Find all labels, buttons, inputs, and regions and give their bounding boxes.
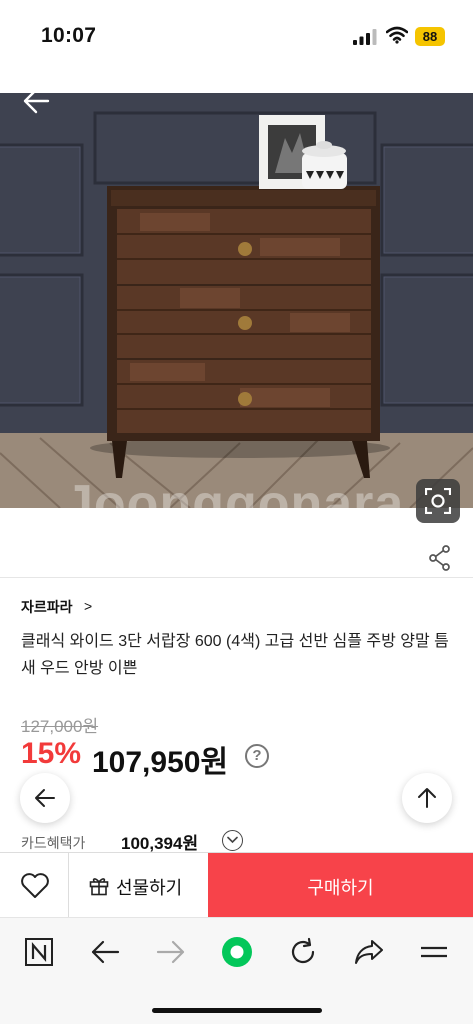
arrow-left-icon[interactable]: [20, 86, 50, 116]
reload-icon: [291, 937, 315, 964]
green-dot-button[interactable]: [217, 932, 257, 972]
divider: [0, 577, 473, 578]
buy-button-label: 구매하기: [307, 878, 374, 898]
chevron-right-icon[interactable]: >: [84, 598, 92, 614]
image-search-button[interactable]: [416, 479, 460, 523]
battery-indicator: 88: [415, 27, 445, 46]
wifi-icon: [386, 26, 408, 44]
discount-rate: 15%: [21, 737, 82, 770]
menu-button[interactable]: [414, 932, 454, 972]
browser-share-button[interactable]: [349, 932, 389, 972]
floating-back-button[interactable]: [20, 773, 70, 823]
home-indicator: [152, 1008, 322, 1013]
gift-button-label: 선물하기: [116, 878, 183, 898]
sale-price: 107,950원: [92, 746, 229, 779]
arrow-left-icon: [35, 789, 55, 807]
product-title: 클래식 와이드 3단 서랍장 600 (4색) 고급 선반 심플 주방 양말 틈…: [21, 633, 449, 677]
status-bar: 10:07 88: [0, 0, 473, 76]
product-image[interactable]: [0, 93, 473, 508]
wish-button[interactable]: [0, 853, 69, 917]
green-dot-icon: [222, 937, 252, 967]
share-icon[interactable]: [428, 545, 452, 571]
forward-icon: [156, 940, 185, 964]
heart-icon: [21, 873, 49, 898]
image-search-icon: [425, 488, 451, 514]
purchase-bar: 선물하기 구매하기: [0, 852, 473, 917]
product-photo: [0, 93, 473, 508]
forward-button[interactable]: [151, 932, 191, 972]
card-benefit-price: 100,394원: [121, 834, 199, 853]
scroll-top-button[interactable]: [402, 773, 452, 823]
gift-button[interactable]: 선물하기: [69, 853, 208, 917]
menu-icon: [421, 946, 447, 958]
seller-name[interactable]: 자르파라: [21, 597, 73, 617]
arrow-up-icon: [418, 788, 436, 808]
browser-toolbar: [0, 917, 473, 1024]
card-benefit-label: 카드혜택가: [21, 835, 86, 851]
buy-button[interactable]: 구매하기: [208, 853, 473, 917]
status-time: 10:07: [41, 24, 97, 47]
gift-icon: [89, 878, 109, 896]
back-icon: [91, 940, 120, 964]
share-icon: [355, 940, 383, 964]
back-button[interactable]: [85, 932, 125, 972]
reload-button[interactable]: [283, 932, 323, 972]
chevron-down-icon[interactable]: [222, 830, 243, 851]
cellular-signal-icon: [353, 29, 377, 45]
original-price: 127,000원: [21, 717, 99, 736]
naver-home-button[interactable]: [19, 932, 59, 972]
help-icon[interactable]: ?: [245, 744, 269, 768]
naver-home-icon: [25, 938, 53, 966]
